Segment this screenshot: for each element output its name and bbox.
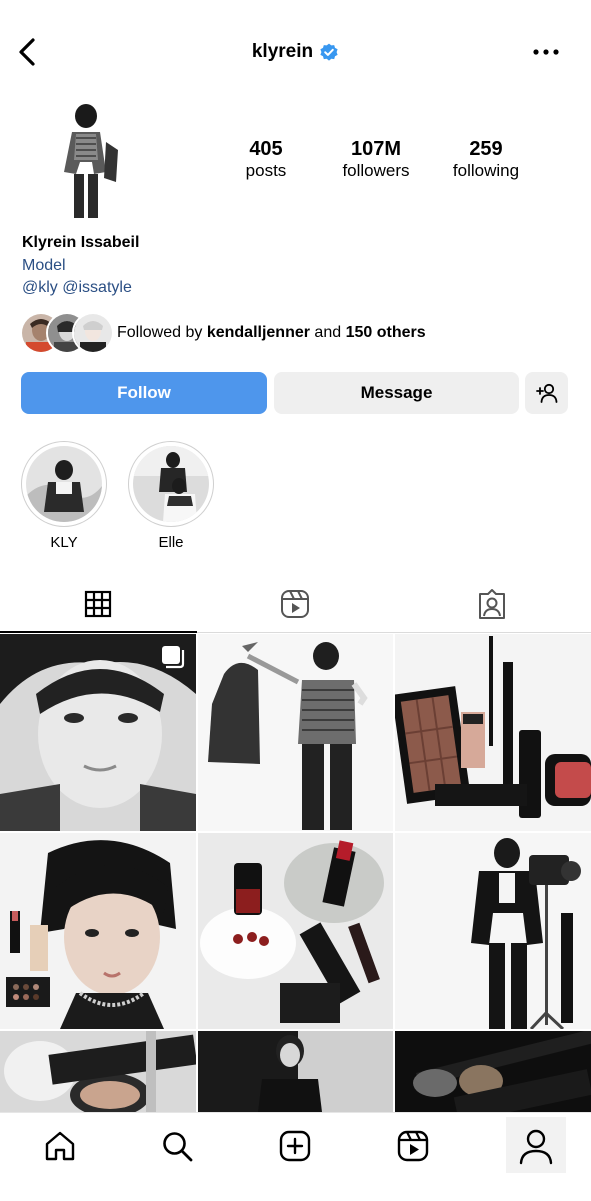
post-image bbox=[198, 1031, 393, 1112]
highlight-cover bbox=[26, 446, 102, 522]
post-image bbox=[0, 1031, 196, 1112]
search-icon bbox=[163, 1132, 193, 1162]
profile-icon bbox=[519, 1129, 553, 1165]
stat-followers[interactable]: 107M followers bbox=[332, 138, 420, 182]
profile-photo bbox=[46, 102, 126, 220]
post-tile[interactable] bbox=[0, 1031, 196, 1112]
post-image bbox=[395, 634, 591, 831]
followed-by-user: kendalljenner bbox=[206, 324, 310, 341]
post-tile[interactable] bbox=[0, 634, 196, 831]
grid-icon bbox=[84, 590, 112, 618]
follow-button[interactable]: Follow bbox=[21, 372, 267, 414]
post-image bbox=[395, 1031, 591, 1112]
highlight-label: KLY bbox=[50, 534, 78, 551]
stat-posts[interactable]: 405 posts bbox=[232, 138, 300, 182]
nav-search[interactable] bbox=[155, 1124, 199, 1168]
home-icon bbox=[45, 1131, 75, 1161]
more-options-button[interactable] bbox=[528, 40, 564, 64]
tab-tagged[interactable] bbox=[472, 586, 512, 622]
profile-name: Klyrein Issabeil bbox=[22, 234, 140, 251]
suggested-users-button[interactable] bbox=[525, 372, 568, 414]
posts-label: posts bbox=[245, 161, 287, 180]
tab-active-indicator bbox=[0, 631, 197, 633]
followed-by-text[interactable]: Followed by kendalljenner and 150 others bbox=[117, 324, 426, 342]
message-button[interactable]: Message bbox=[274, 372, 519, 414]
multiple-photos-icon bbox=[162, 646, 185, 669]
highlight-cover bbox=[133, 446, 209, 522]
post-image bbox=[198, 833, 393, 1029]
post-tile[interactable] bbox=[198, 1031, 393, 1112]
profile-header-title: klyrein bbox=[0, 38, 591, 66]
profile-avatar[interactable] bbox=[46, 102, 126, 220]
followed-by-others: 150 others bbox=[345, 324, 426, 341]
nav-profile[interactable] bbox=[514, 1124, 558, 1168]
profile-category: Model bbox=[22, 257, 66, 274]
highlight-ring bbox=[128, 441, 214, 527]
followed-by-prefix: Followed by bbox=[117, 324, 207, 341]
create-post-icon bbox=[279, 1130, 311, 1162]
bio-mentions[interactable]: @kly @issatyle bbox=[22, 279, 132, 297]
tab-reels[interactable] bbox=[275, 586, 315, 622]
nav-reels[interactable] bbox=[391, 1124, 435, 1168]
username: klyrein bbox=[251, 41, 314, 62]
add-user-icon bbox=[535, 383, 557, 403]
post-tile[interactable] bbox=[395, 1031, 591, 1112]
reels-icon bbox=[397, 1130, 429, 1162]
followed-by-and: and bbox=[309, 324, 346, 341]
highlight-elle[interactable]: Elle bbox=[128, 441, 214, 551]
followed-by-avatars[interactable] bbox=[20, 312, 114, 354]
post-tile[interactable] bbox=[198, 634, 393, 831]
nav-home[interactable] bbox=[38, 1124, 82, 1168]
follower-avatar bbox=[72, 312, 114, 354]
highlight-label: Elle bbox=[158, 534, 184, 551]
nav-create[interactable] bbox=[273, 1124, 317, 1168]
following-label: following bbox=[452, 161, 520, 180]
tagged-icon bbox=[479, 589, 505, 619]
highlight-kly[interactable]: KLY bbox=[21, 441, 107, 551]
post-tile[interactable] bbox=[0, 833, 196, 1029]
more-horizontal-icon bbox=[533, 49, 559, 55]
highlight-ring bbox=[21, 441, 107, 527]
reels-icon bbox=[281, 590, 309, 618]
post-tile[interactable] bbox=[198, 833, 393, 1029]
message-button-label: Message bbox=[360, 383, 433, 402]
following-count: 259 bbox=[469, 138, 503, 160]
followers-count: 107M bbox=[350, 138, 402, 160]
posts-count: 405 bbox=[249, 138, 283, 160]
verified-badge-icon bbox=[320, 43, 338, 61]
follow-button-label: Follow bbox=[117, 383, 171, 402]
post-image bbox=[0, 833, 196, 1029]
post-image bbox=[198, 634, 393, 831]
tab-posts-grid[interactable] bbox=[78, 586, 118, 622]
followers-label: followers bbox=[342, 161, 410, 180]
post-tile[interactable] bbox=[395, 833, 591, 1029]
stat-following[interactable]: 259 following bbox=[444, 138, 528, 182]
post-image bbox=[395, 833, 591, 1029]
post-tile[interactable] bbox=[395, 634, 591, 831]
